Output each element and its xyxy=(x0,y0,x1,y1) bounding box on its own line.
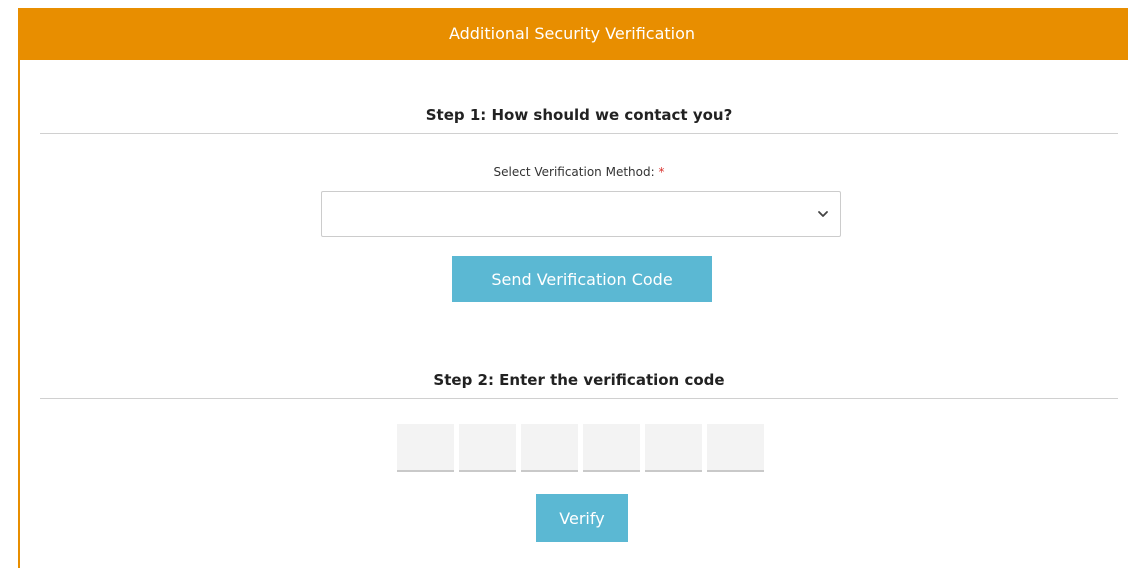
step2-title: Step 2: Enter the verification code xyxy=(433,371,725,389)
code-digit-input-4[interactable] xyxy=(583,424,640,472)
code-digit-input-6[interactable] xyxy=(707,424,764,472)
code-digit-input-1[interactable] xyxy=(397,424,454,472)
required-asterisk: * xyxy=(658,165,665,179)
code-digit-input-5[interactable] xyxy=(645,424,702,472)
panel-header: Additional Security Verification xyxy=(20,8,1128,60)
header-title: Additional Security Verification xyxy=(448,24,696,43)
verification-method-label-text: Select Verification Method: xyxy=(493,165,655,179)
code-digit-input-2[interactable] xyxy=(459,424,516,472)
send-verification-code-button[interactable]: Send Verification Code xyxy=(452,256,712,302)
step1-divider xyxy=(40,133,1118,134)
chevron-down-icon xyxy=(818,211,828,217)
verification-method-select[interactable] xyxy=(321,191,841,237)
step1-title: Step 1: How should we contact you? xyxy=(425,106,733,124)
code-digit-input-3[interactable] xyxy=(521,424,578,472)
verification-method-label: Select Verification Method: * xyxy=(40,165,1118,179)
verification-panel: Additional Security Verification Step 1:… xyxy=(18,8,1128,568)
verify-button[interactable]: Verify xyxy=(536,494,628,542)
step2-divider xyxy=(40,398,1118,399)
